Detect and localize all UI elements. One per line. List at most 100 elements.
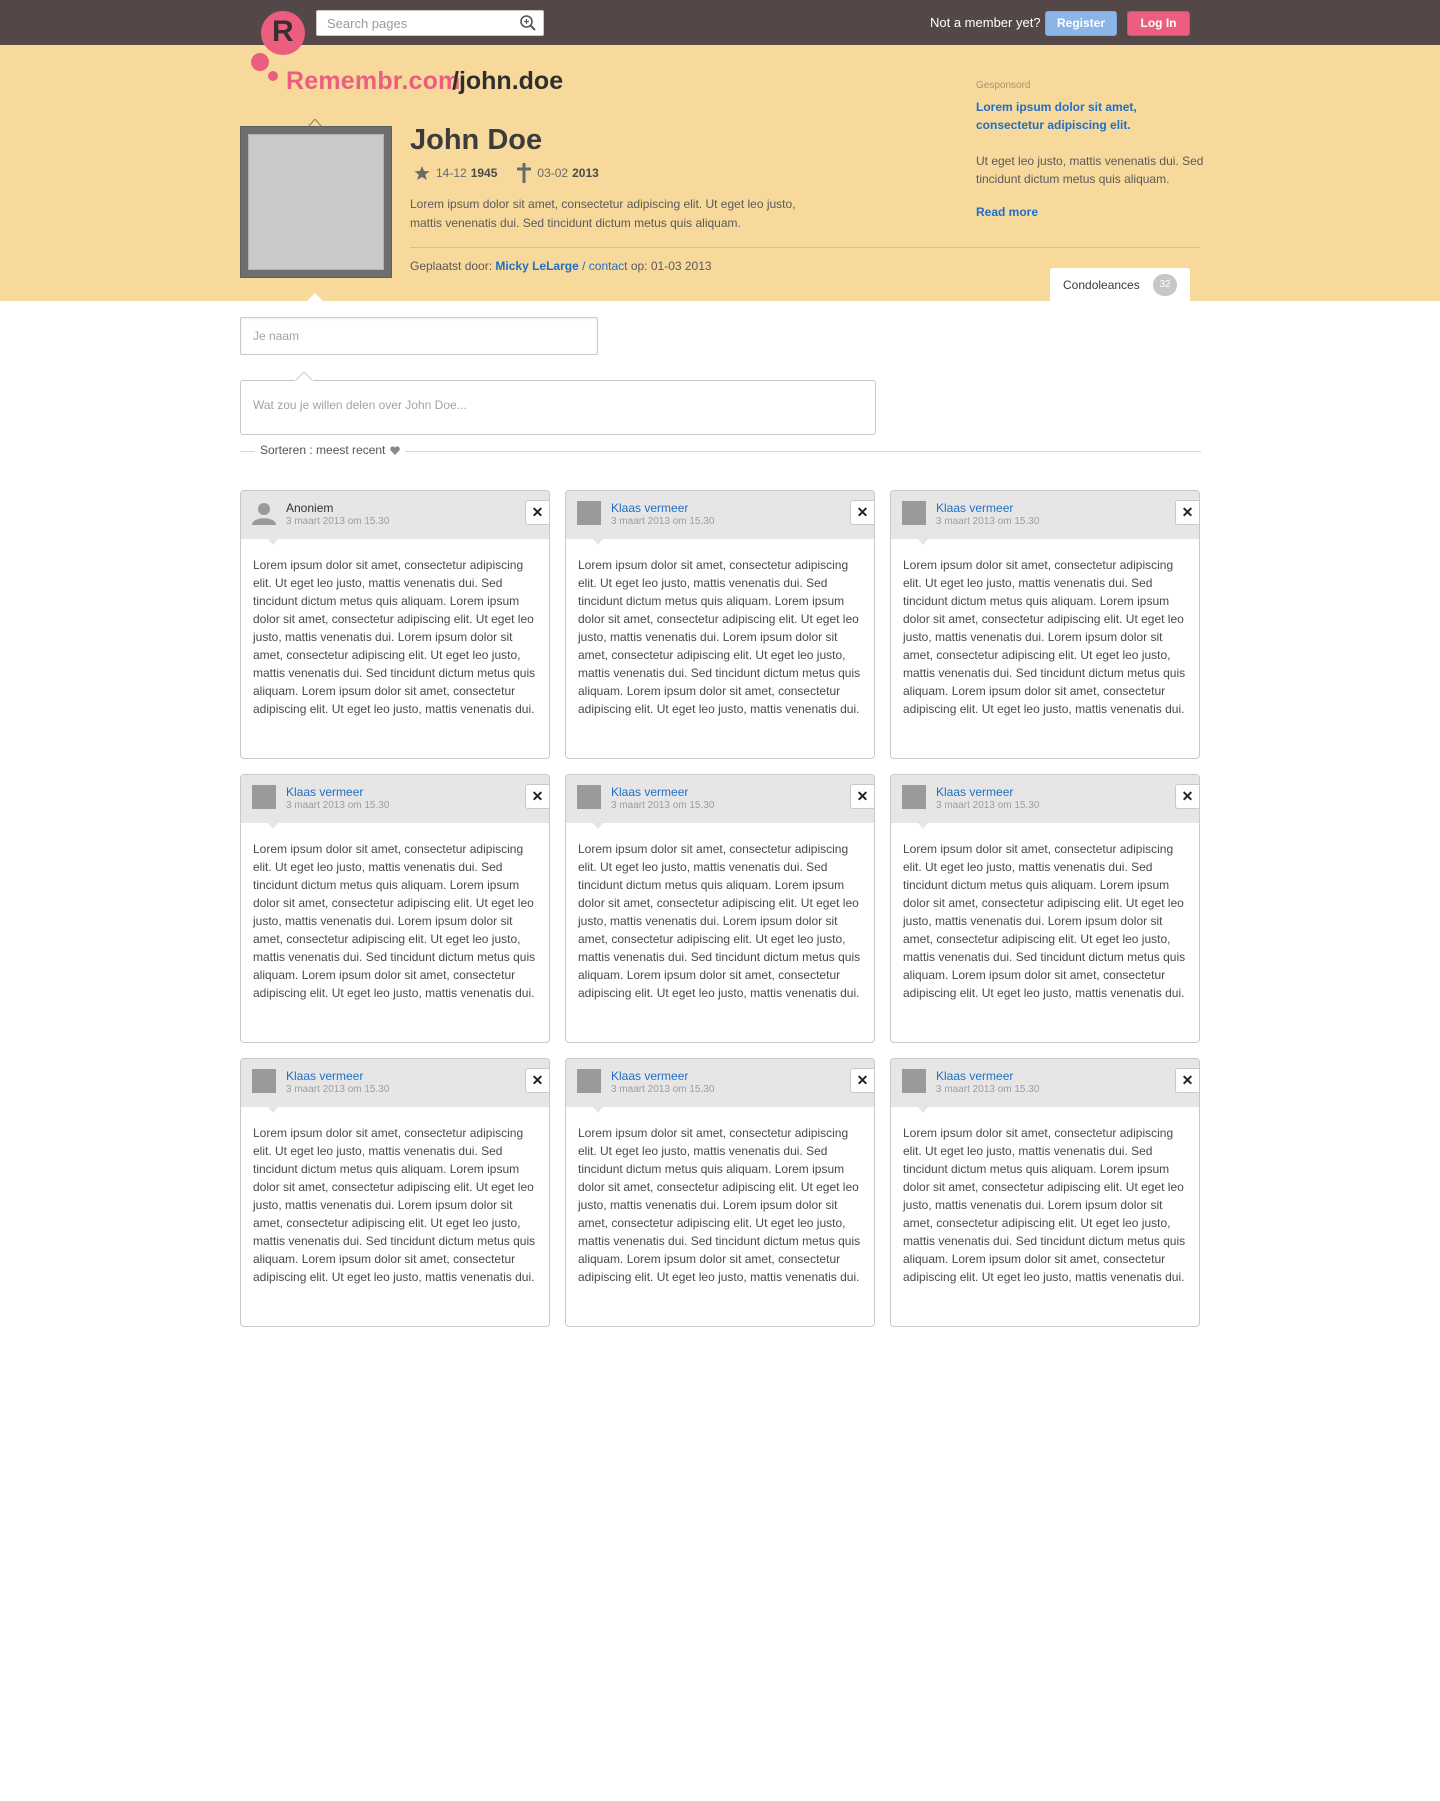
card-header: Klaas vermeer 3 maart 2013 om 15.30 ✕ [891,491,1200,545]
comment-text: Lorem ipsum dolor sit amet, consectetur … [578,1126,861,1284]
card-tip-icon [917,538,929,545]
close-icon[interactable]: ✕ [525,1068,550,1093]
user-silhouette-icon [252,503,276,525]
comment-text: Lorem ipsum dolor sit amet, consectetur … [578,558,861,716]
comment-author[interactable]: Klaas vermeer [611,785,688,799]
avatar[interactable] [577,1069,601,1093]
name-input[interactable] [241,318,597,354]
close-icon[interactable]: ✕ [850,500,875,525]
close-icon[interactable]: ✕ [525,784,550,809]
comment-text: Lorem ipsum dolor sit amet, consectetur … [903,1126,1186,1284]
logo-letter: R [272,15,294,48]
tab-condoleances-label: Condoleances [1063,278,1140,292]
placed-by-separator: / [578,259,589,273]
card-tip-icon [592,1106,604,1113]
comment-author[interactable]: Klaas vermeer [611,501,688,515]
condoleance-card: Klaas vermeer 3 maart 2013 om 15.30 ✕ Lo… [890,1058,1200,1327]
comment-text: Lorem ipsum dolor sit amet, consectetur … [903,558,1186,716]
condoleances-count-badge: 32 [1153,274,1177,296]
close-icon[interactable]: ✕ [1175,1068,1200,1093]
comment-text: Lorem ipsum dolor sit amet, consectetur … [578,842,861,1000]
comment-timestamp: 3 maart 2013 om 15.30 [286,800,390,811]
avatar[interactable] [252,1069,276,1093]
comment-author[interactable]: Klaas vermeer [936,501,1013,515]
tab-condoleances[interactable]: Condoleances 32 [1050,268,1190,302]
contact-link[interactable]: contact [589,259,628,273]
card-tip-icon [592,538,604,545]
member-prompt: Not a member yet? [930,15,1041,30]
avatar[interactable] [577,501,601,525]
comment-author[interactable]: Klaas vermeer [936,785,1013,799]
condoleance-card: Anoniem 3 maart 2013 om 15.30 ✕ Lorem ip… [240,490,550,759]
card-header: Klaas vermeer 3 maart 2013 om 15.30 ✕ [566,1059,875,1113]
name-field[interactable] [240,317,598,355]
sponsored-label: Gesponsord [976,80,1031,91]
message-field[interactable] [240,380,876,435]
card-tip-icon [267,822,279,829]
avatar[interactable] [902,1069,926,1093]
comment-author[interactable]: Klaas vermeer [611,1069,688,1083]
comment-author[interactable]: Klaas vermeer [286,785,363,799]
placed-on-date: op: 01-03 2013 [627,259,712,273]
avatar[interactable] [252,785,276,809]
condoleance-card: Klaas vermeer 3 maart 2013 om 15.30 ✕ Lo… [565,490,875,759]
card-header: Anoniem 3 maart 2013 om 15.30 ✕ [241,491,550,545]
comment-timestamp: 3 maart 2013 om 15.30 [286,516,390,527]
avatar[interactable] [902,785,926,809]
close-icon[interactable]: ✕ [1175,784,1200,809]
placed-by-label: Geplaatst door: [410,259,493,273]
sort-label: Sorteren : meest recent [260,443,386,457]
comment-author[interactable]: Klaas vermeer [286,1069,363,1083]
read-more-link[interactable]: Read more [976,205,1206,219]
condoleance-card: Klaas vermeer 3 maart 2013 om 15.30 ✕ Lo… [565,1058,875,1327]
condoleance-card: Klaas vermeer 3 maart 2013 om 15.30 ✕ Lo… [890,774,1200,1043]
sponsored-title-link[interactable]: Lorem ipsum dolor sit amet, consectetur … [976,98,1206,134]
memorial-header [0,45,1440,301]
message-textarea[interactable] [241,381,875,434]
deceased-name: John Doe [410,124,543,156]
card-tip-icon [917,822,929,829]
card-header: Klaas vermeer 3 maart 2013 om 15.30 ✕ [891,1059,1200,1113]
comment-text: Lorem ipsum dolor sit amet, consectetur … [253,1126,536,1284]
deceased-bio: Lorem ipsum dolor sit amet, consectetur … [410,197,796,230]
condoleance-card: Klaas vermeer 3 maart 2013 om 15.30 ✕ Lo… [565,774,875,1043]
card-tip-icon [592,822,604,829]
login-button[interactable]: Log In [1127,11,1190,36]
avatar[interactable] [902,501,926,525]
comment-text: Lorem ipsum dolor sit amet, consectetur … [903,842,1186,1000]
header-divider [410,247,1200,248]
cross-icon [517,163,532,183]
comment-text: Lorem ipsum dolor sit amet, consectetur … [253,558,536,716]
close-icon[interactable]: ✕ [850,784,875,809]
star-icon [414,166,430,180]
sponsored-text: Ut eget leo justo, mattis venenatis dui.… [976,154,1204,186]
comment-timestamp: 3 maart 2013 om 15.30 [611,516,715,527]
card-header: Klaas vermeer 3 maart 2013 om 15.30 ✕ [891,775,1200,829]
sort-dropdown[interactable]: Sorteren : meest recent [255,443,406,457]
condoleance-card: Klaas vermeer 3 maart 2013 om 15.30 ✕ Lo… [240,1058,550,1327]
card-tip-icon [267,1106,279,1113]
avatar [252,501,276,525]
birth-year: 1945 [470,166,498,180]
close-icon[interactable]: ✕ [1175,500,1200,525]
sponsored-block: Gesponsord Lorem ipsum dolor sit amet, c… [976,80,1206,219]
heart-icon [390,445,401,455]
avatar[interactable] [577,785,601,809]
portrait-frame [240,126,392,278]
close-icon[interactable]: ✕ [525,500,550,525]
placed-by-author-link[interactable]: Micky LeLarge [495,259,578,273]
top-bar: Not a member yet? Register Log In [0,0,1440,45]
site-logo[interactable]: R Remembr.com /john.doe [246,8,586,95]
card-tip-icon [267,538,279,545]
death-daymonth: 03-02 [537,166,569,180]
comment-timestamp: 3 maart 2013 om 15.30 [936,516,1040,527]
card-header: Klaas vermeer 3 maart 2013 om 15.30 ✕ [566,775,875,829]
register-button[interactable]: Register [1045,11,1117,36]
birth-daymonth: 14-12 [436,166,467,180]
card-header: Klaas vermeer 3 maart 2013 om 15.30 ✕ [241,1059,550,1113]
close-icon[interactable]: ✕ [850,1068,875,1093]
placed-by: Geplaatst door: Micky LeLarge / contact … [410,259,712,273]
card-tip-icon [917,1106,929,1113]
life-dates: 14-12 1945 03-02 2013 [414,163,599,183]
comment-author[interactable]: Klaas vermeer [936,1069,1013,1083]
